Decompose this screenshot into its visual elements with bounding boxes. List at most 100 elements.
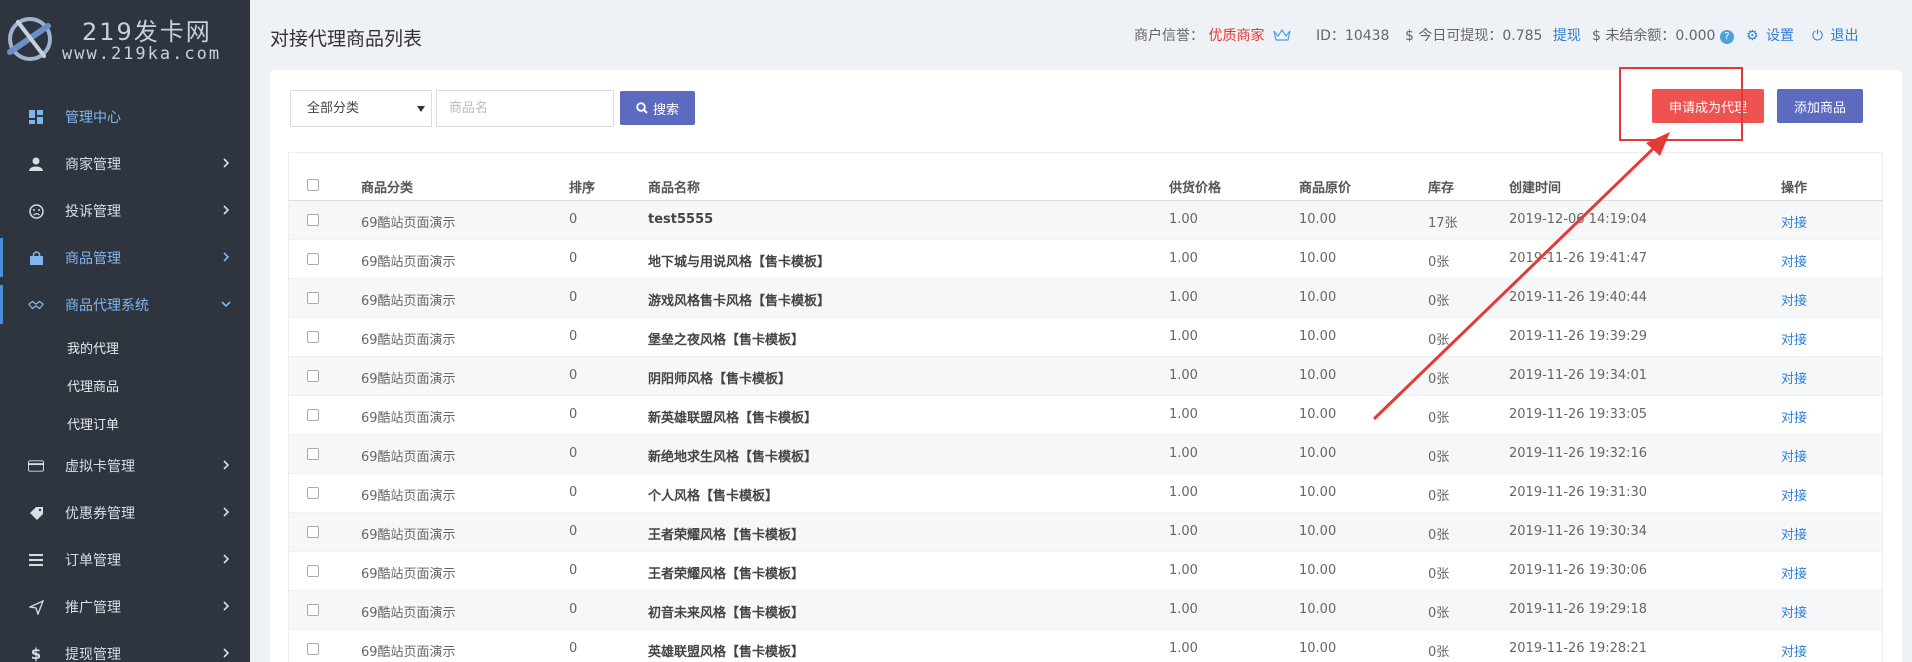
cell-supply: 1.00 bbox=[1169, 368, 1198, 383]
cell-supply: 1.00 bbox=[1169, 485, 1198, 500]
search-button[interactable]: 搜索 bbox=[620, 91, 695, 125]
cell-action[interactable]: 对接 bbox=[1781, 212, 1807, 231]
sidebar-item-virtual-card[interactable]: 虚拟卡管理 bbox=[0, 442, 250, 489]
cell-action[interactable]: 对接 bbox=[1781, 524, 1807, 543]
cell-stock: 0张 bbox=[1428, 645, 1450, 660]
cell-price: 10.00 bbox=[1299, 407, 1337, 422]
table-row: 69酷站页面演示 0 王者荣耀风格【售卡模板】 1.00 10.00 0张 2019-11-… bbox=[289, 513, 1882, 552]
cell-action[interactable]: 对接 bbox=[1781, 602, 1807, 621]
send-icon bbox=[28, 599, 44, 615]
dollar-icon: $ bbox=[30, 645, 42, 662]
sidebar-item-label: 订单管理 bbox=[65, 552, 121, 569]
category-select[interactable]: 全部分类 bbox=[290, 90, 432, 127]
cell-supply: 1.00 bbox=[1169, 446, 1198, 461]
top-header: 对接代理商品列表 商户信誉： 优质商家 ID：10438 $ 今日可提现：0.7… bbox=[250, 0, 1912, 68]
row-checkbox[interactable] bbox=[307, 526, 319, 538]
today-withdraw-label: $ 今日可提现：0.785 bbox=[1405, 28, 1543, 44]
cell-created: 2019-11-26 19:33:05 bbox=[1509, 407, 1648, 422]
sidebar-item-label: 投诉管理 bbox=[65, 203, 121, 220]
table-row: 69酷站页面演示 0 新绝地求生风格【售卡模板】 1.00 10.00 0张 2019-11… bbox=[289, 435, 1882, 474]
cell-stock: 0张 bbox=[1428, 606, 1450, 621]
cell-category: 69酷站页面演示 bbox=[361, 333, 456, 348]
row-checkbox[interactable] bbox=[307, 253, 319, 265]
row-checkbox[interactable] bbox=[307, 643, 319, 655]
sidebar-item-products[interactable]: 商品管理 bbox=[0, 234, 250, 281]
sidebar-item-label: 推广管理 bbox=[65, 599, 121, 616]
cell-sort: 0 bbox=[569, 407, 578, 422]
cell-price: 10.00 bbox=[1299, 641, 1337, 656]
cell-supply: 1.00 bbox=[1169, 602, 1198, 617]
row-checkbox[interactable] bbox=[307, 604, 319, 616]
add-product-button[interactable]: 添加商品 bbox=[1777, 89, 1863, 123]
col-original-price: 商品原价 bbox=[1299, 181, 1352, 196]
row-checkbox[interactable] bbox=[307, 292, 319, 304]
logout-link[interactable]: ⏻ 退出 bbox=[1812, 25, 1859, 45]
chevron-right-icon bbox=[223, 460, 230, 470]
cell-price: 10.00 bbox=[1299, 212, 1337, 227]
col-stock: 库存 bbox=[1428, 181, 1455, 196]
cell-stock: 0张 bbox=[1428, 528, 1450, 543]
sidebar-item-agent-system[interactable]: 商品代理系统 bbox=[0, 281, 250, 328]
cell-stock: 0张 bbox=[1428, 411, 1450, 426]
brand-title: 219发卡网 bbox=[82, 18, 212, 46]
cell-created: 2019-11-26 19:29:18 bbox=[1509, 602, 1648, 617]
table-row: 69酷站页面演示 0 地下城与用说风格【售卡模板】 1.00 10.00 0张 2019-1… bbox=[289, 240, 1882, 279]
cell-price: 10.00 bbox=[1299, 368, 1337, 383]
cell-category: 69酷站页面演示 bbox=[361, 489, 456, 504]
chevron-right-icon bbox=[223, 158, 230, 168]
col-supply-price: 供货价格 bbox=[1169, 181, 1222, 196]
row-checkbox[interactable] bbox=[307, 565, 319, 577]
brand-logo[interactable]: 219发卡网 www.219ka.com bbox=[0, 0, 250, 80]
sidebar-subitem-agent-products[interactable]: 代理商品 bbox=[0, 366, 250, 404]
cell-supply: 1.00 bbox=[1169, 641, 1198, 656]
sidebar-item-orders[interactable]: 订单管理 bbox=[0, 536, 250, 583]
cell-action[interactable]: 对接 bbox=[1781, 329, 1807, 348]
select-all-checkbox[interactable] bbox=[307, 179, 319, 191]
sidebar-subitem-my-agent[interactable]: 我的代理 bbox=[0, 328, 250, 366]
cell-action[interactable]: 对接 bbox=[1781, 407, 1807, 426]
crown-icon bbox=[1273, 28, 1291, 41]
product-name-input[interactable]: 商品名 bbox=[436, 90, 614, 127]
settings-label: 设置 bbox=[1766, 28, 1795, 44]
reputation-value: 优质商家 bbox=[1208, 28, 1265, 44]
sidebar-item-coupon[interactable]: 优惠券管理 bbox=[0, 489, 250, 536]
cell-sort: 0 bbox=[569, 524, 578, 539]
cell-price: 10.00 bbox=[1299, 485, 1337, 500]
row-checkbox[interactable] bbox=[307, 487, 319, 499]
unsettled-balance: $ 未结余额：0.000 ? bbox=[1592, 25, 1734, 45]
cell-price: 10.00 bbox=[1299, 524, 1337, 539]
cell-action[interactable]: 对接 bbox=[1781, 446, 1807, 465]
sidebar-item-dashboard[interactable]: 管理中心 bbox=[0, 93, 250, 140]
cell-action[interactable]: 对接 bbox=[1781, 563, 1807, 582]
cell-name: 王者荣耀风格【售卡模板】 bbox=[648, 528, 805, 543]
row-checkbox[interactable] bbox=[307, 409, 319, 421]
cell-action[interactable]: 对接 bbox=[1781, 290, 1807, 309]
row-checkbox[interactable] bbox=[307, 370, 319, 382]
power-icon: ⏻ bbox=[1812, 28, 1824, 44]
cell-action[interactable]: 对接 bbox=[1781, 251, 1807, 270]
row-checkbox[interactable] bbox=[307, 448, 319, 460]
today-withdraw: $ 今日可提现：0.785 提现 bbox=[1405, 25, 1581, 45]
cell-name: 初音未来风格【售卡模板】 bbox=[648, 606, 805, 621]
cell-price: 10.00 bbox=[1299, 563, 1337, 578]
sidebar-item-label: 优惠券管理 bbox=[65, 505, 135, 522]
settings-link[interactable]: ⚙ 设置 bbox=[1746, 25, 1794, 45]
cell-action[interactable]: 对接 bbox=[1781, 641, 1807, 660]
cell-sort: 0 bbox=[569, 602, 578, 617]
sidebar-item-merchant[interactable]: 商家管理 bbox=[0, 140, 250, 187]
cell-price: 10.00 bbox=[1299, 251, 1337, 266]
cell-supply: 1.00 bbox=[1169, 407, 1198, 422]
cell-sort: 0 bbox=[569, 446, 578, 461]
cell-action[interactable]: 对接 bbox=[1781, 485, 1807, 504]
row-checkbox[interactable] bbox=[307, 214, 319, 226]
bag-icon bbox=[28, 250, 44, 266]
sidebar-item-promotion[interactable]: 推广管理 bbox=[0, 583, 250, 630]
withdraw-link[interactable]: 提现 bbox=[1553, 28, 1581, 44]
sidebar-subitem-agent-orders[interactable]: 代理订单 bbox=[0, 404, 250, 442]
sidebar-item-complaint[interactable]: 投诉管理 bbox=[0, 187, 250, 234]
cell-action[interactable]: 对接 bbox=[1781, 368, 1807, 387]
row-checkbox[interactable] bbox=[307, 331, 319, 343]
cell-stock: 0张 bbox=[1428, 294, 1450, 309]
sidebar-item-withdraw[interactable]: $ 提现管理 bbox=[0, 630, 250, 662]
help-icon[interactable]: ? bbox=[1719, 30, 1734, 44]
